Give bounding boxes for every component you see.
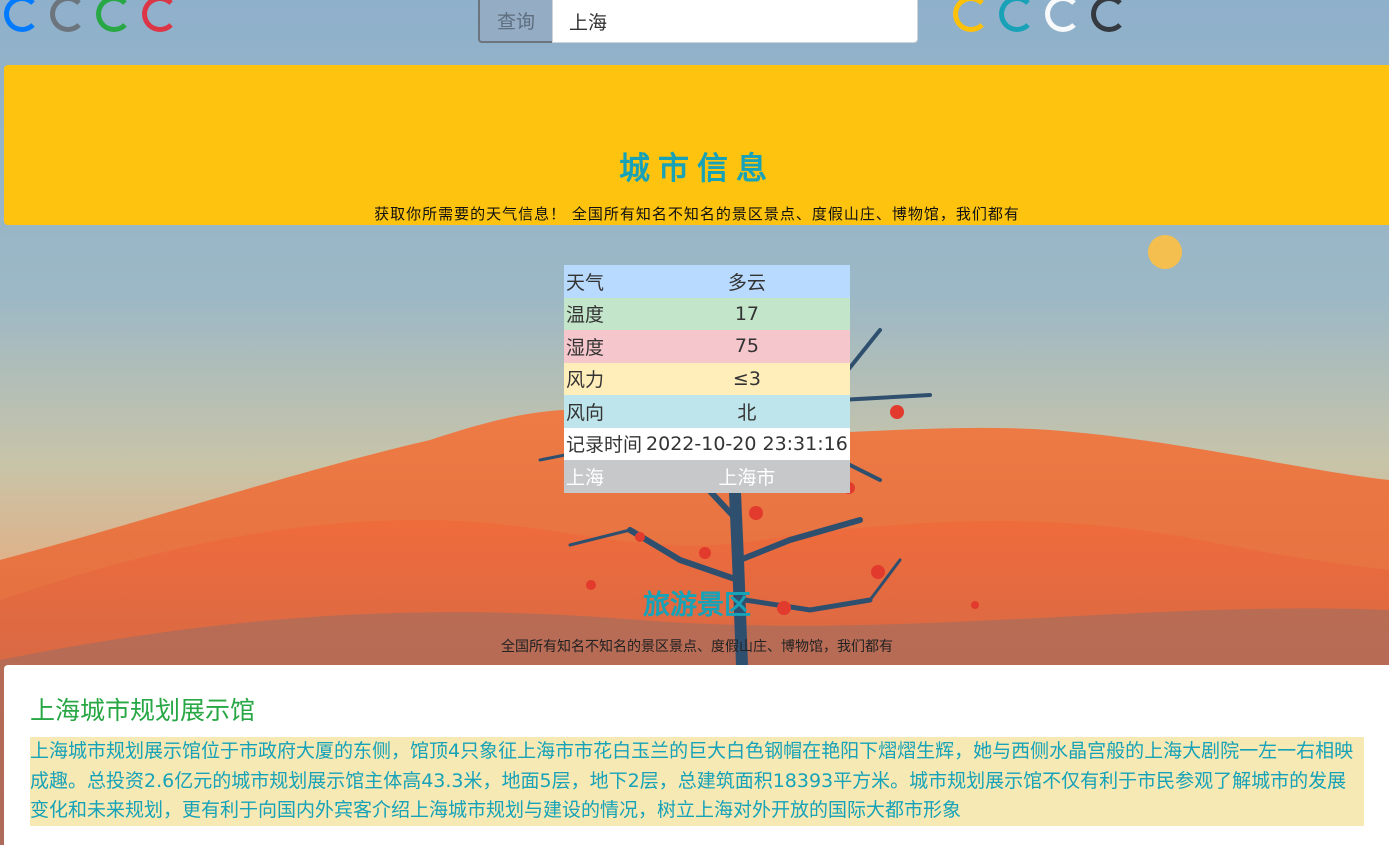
city-search: 查询 <box>478 0 918 43</box>
attraction-description: 上海城市规划展示馆位于市政府大厦的东侧，馆顶4只象征上海市市花白玉兰的巨大白色钢… <box>30 737 1364 826</box>
spinner-icon <box>953 0 989 32</box>
wind-direction-label: 风向 <box>564 395 645 428</box>
weather-table: 天气 多云 温度 17 湿度 75 风力 ≤3 风向 北 记录时间 2022-1… <box>564 265 850 493</box>
weather-row: 天气 多云 <box>564 265 850 298</box>
spinner-icon <box>4 0 40 32</box>
wind-power-row: 风力 ≤3 <box>564 362 850 395</box>
city-input[interactable] <box>552 0 918 43</box>
report-time-label: 记录时间 <box>564 427 645 460</box>
humidity-label: 湿度 <box>564 330 645 363</box>
weather-label: 天气 <box>564 265 645 298</box>
city-row: 上海 上海市 <box>564 460 850 493</box>
weather-value: 多云 <box>644 265 850 298</box>
wind-direction-row: 风向 北 <box>564 395 850 428</box>
spinner-icon <box>96 0 132 32</box>
humidity-value: 75 <box>644 330 850 363</box>
loading-spinners-left <box>4 0 178 32</box>
spinner-icon <box>999 0 1035 32</box>
spinner-icon <box>1045 0 1081 32</box>
wind-power-value: ≤3 <box>644 362 850 395</box>
spinner-icon <box>142 0 178 32</box>
humidity-row: 湿度 75 <box>564 330 850 363</box>
banner-subtitle: 获取你所需要的天气信息！ 全国所有知名不知名的景区景点、度假山庄、博物馆，我们都… <box>374 205 1020 223</box>
city-value: 上海市 <box>644 460 850 493</box>
query-button[interactable]: 查询 <box>478 0 552 43</box>
banner-title: 城市信息 <box>619 151 775 187</box>
temperature-row: 温度 17 <box>564 297 850 330</box>
hero-banner: 城市信息 获取你所需要的天气信息！ 全国所有知名不知名的景区景点、度假山庄、博物… <box>4 65 1389 225</box>
tourism-subtitle: 全国所有知名不知名的景区景点、度假山庄、博物馆，我们都有 <box>501 639 893 655</box>
attraction-card: 上海城市规划展示馆 上海城市规划展示馆位于市政府大厦的东侧，馆顶4只象征上海市市… <box>4 665 1389 845</box>
spinner-icon <box>50 0 86 32</box>
wind-direction-value: 北 <box>644 395 850 428</box>
temperature-label: 温度 <box>564 297 645 330</box>
tourism-title: 旅游景区 <box>643 590 751 621</box>
temperature-value: 17 <box>644 297 850 330</box>
attraction-title: 上海城市规划展示馆 <box>30 696 256 725</box>
report-time-row: 记录时间 2022-10-20 23:31:16 <box>564 427 850 460</box>
spinner-icon <box>1091 0 1127 32</box>
loading-spinners-right <box>953 0 1127 32</box>
province-label: 上海 <box>564 460 645 493</box>
report-time-value: 2022-10-20 23:31:16 <box>644 427 850 460</box>
wind-power-label: 风力 <box>564 362 645 395</box>
